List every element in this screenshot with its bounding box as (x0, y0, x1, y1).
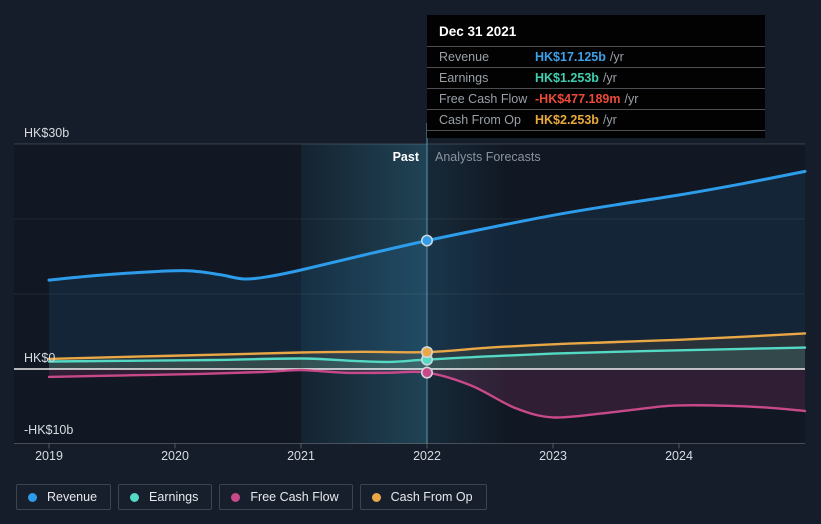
legend-item-earnings[interactable]: Earnings (118, 484, 213, 510)
financial-forecast-chart: HK$30b HK$0 -HK$10b 2019 2020 2021 2022 … (0, 0, 821, 524)
tooltip-label-cash-from-op: Cash From Op (439, 113, 521, 127)
x-axis-label-2019: 2019 (35, 449, 63, 463)
forecast-region-label: Analysts Forecasts (435, 150, 541, 164)
tooltip-label-free-cash-flow: Free Cash Flow (439, 92, 528, 106)
revenue-dot-icon (28, 492, 37, 502)
cash-from-op-marker[interactable] (420, 346, 433, 359)
tooltip-label-earnings: Earnings (439, 71, 489, 85)
tooltip-row-cash-from-op: Cash From Op HK$2.253b /yr (427, 109, 765, 131)
tooltip-date: Dec 31 2021 (439, 24, 517, 39)
free-cash-flow-dot-icon (231, 492, 241, 502)
legend-label-cash-from-op: Cash From Op (390, 490, 473, 504)
x-axis-label-2021: 2021 (287, 449, 315, 463)
financial-tooltip: Dec 31 2021 Revenue HK$17.125b /yr Earni… (427, 15, 765, 138)
cash-from-op-dot-icon (371, 492, 381, 502)
tooltip-row-earnings: Earnings HK$1.253b /yr (427, 67, 765, 88)
legend-label-earnings: Earnings (149, 490, 199, 504)
tooltip-value-earnings: HK$1.253b (535, 71, 599, 85)
tooltip-suffix-free-cash-flow: /yr (624, 92, 639, 106)
x-axis-label-2022: 2022 (413, 449, 441, 463)
tooltip-value-cash-from-op: HK$2.253b (535, 113, 599, 127)
y-axis-label-0: HK$0 (24, 351, 56, 365)
tooltip-suffix-revenue: /yr (609, 50, 624, 64)
tooltip-suffix-earnings: /yr (602, 71, 617, 85)
revenue-marker[interactable] (420, 234, 433, 247)
chart-legend: Revenue Earnings Free Cash Flow Cash Fro… (16, 484, 487, 510)
legend-label-revenue: Revenue (47, 490, 98, 504)
past-region-label: Past (392, 150, 419, 164)
legend-item-cash-from-op[interactable]: Cash From Op (359, 484, 487, 510)
free-cash-flow-marker[interactable] (420, 366, 433, 379)
tooltip-row-free-cash-flow: Free Cash Flow -HK$477.189m /yr (427, 88, 765, 109)
y-axis-label-30b: HK$30b (24, 126, 70, 140)
tooltip-row-revenue: Revenue HK$17.125b /yr (427, 46, 765, 67)
x-axis-label-2020: 2020 (161, 449, 189, 463)
legend-item-revenue[interactable]: Revenue (16, 484, 112, 510)
y-axis-label-neg10b: -HK$10b (24, 423, 74, 437)
tooltip-value-revenue: HK$17.125b (535, 50, 606, 64)
legend-label-free-cash-flow: Free Cash Flow (250, 490, 339, 504)
earnings-dot-icon (130, 492, 140, 502)
tooltip-suffix-cash-from-op: /yr (602, 113, 617, 127)
tooltip-value-free-cash-flow: -HK$477.189m (535, 92, 621, 106)
tooltip-label-revenue: Revenue (439, 50, 490, 64)
legend-item-free-cash-flow[interactable]: Free Cash Flow (219, 484, 353, 510)
x-axis-label-2024: 2024 (665, 449, 693, 463)
x-axis-label-2023: 2023 (539, 449, 567, 463)
